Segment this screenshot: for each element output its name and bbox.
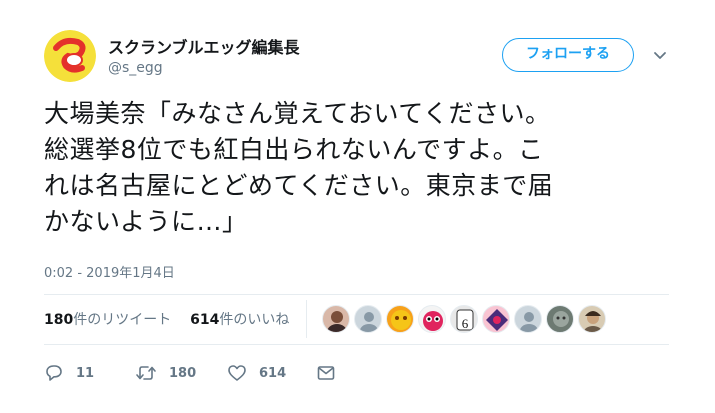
liker-avatar-1[interactable] [322, 305, 350, 333]
reply-icon [46, 365, 62, 381]
retweets-count[interactable]: 180 [44, 312, 73, 328]
liker-avatar-2[interactable] [354, 305, 382, 333]
tweet-stats: 180件のリツイート 614件のいいね [44, 309, 289, 329]
retweets-label[interactable]: 件のリツイート [73, 312, 171, 328]
likes-label[interactable]: 件のいいね [219, 312, 289, 328]
heart-icon [228, 365, 246, 381]
like-button[interactable]: 614 [227, 362, 286, 384]
divider [44, 294, 669, 295]
retweet-button[interactable]: 180 [135, 362, 196, 384]
author-name[interactable]: スクランブルエッグ編集長 [108, 34, 300, 58]
liker-avatar-4[interactable] [418, 305, 446, 333]
divider [44, 344, 669, 345]
tweet-text-line: れは名古屋にとどめてください。東京まで届 [44, 171, 554, 200]
tweet-text-line: 総選挙8位でも紅白出られないんですよ。こ [44, 135, 544, 164]
chevron-down-icon[interactable] [652, 47, 668, 63]
reply-count: 11 [76, 365, 95, 381]
stats-separator [306, 300, 307, 338]
liker-avatar-6[interactable] [482, 305, 510, 333]
svg-text:6: 6 [462, 316, 469, 331]
liker-avatar-8[interactable] [546, 305, 574, 333]
liker-avatar-7[interactable] [514, 305, 542, 333]
envelope-icon [317, 366, 335, 380]
tweet-text: 大場美奈「みなさん覚えておいてください。 総選挙8位でも紅白出られないんですよ。… [44, 96, 664, 240]
likes-count[interactable]: 614 [190, 312, 219, 328]
tweet-text-line: 大場美奈「みなさん覚えておいてください。 [44, 99, 551, 128]
author-handle[interactable]: @s_egg [108, 60, 163, 76]
follow-button[interactable]: フォローする [502, 38, 634, 72]
tweet-text-line: かないように…」 [44, 207, 248, 236]
liker-avatar-5[interactable]: 6 [450, 305, 478, 333]
retweet-icon [136, 366, 156, 380]
liker-avatar-3[interactable] [386, 305, 414, 333]
liker-avatar-9[interactable] [578, 305, 606, 333]
direct-message-button[interactable] [316, 362, 336, 384]
like-count: 614 [259, 365, 287, 381]
scrambled-egg-logo-icon [44, 30, 96, 82]
retweet-count: 180 [169, 365, 197, 381]
tweet-timestamp[interactable]: 0:02 - 2019年1月4日 [44, 262, 175, 281]
author-avatar[interactable] [44, 30, 96, 82]
reply-button[interactable]: 11 [44, 362, 94, 384]
